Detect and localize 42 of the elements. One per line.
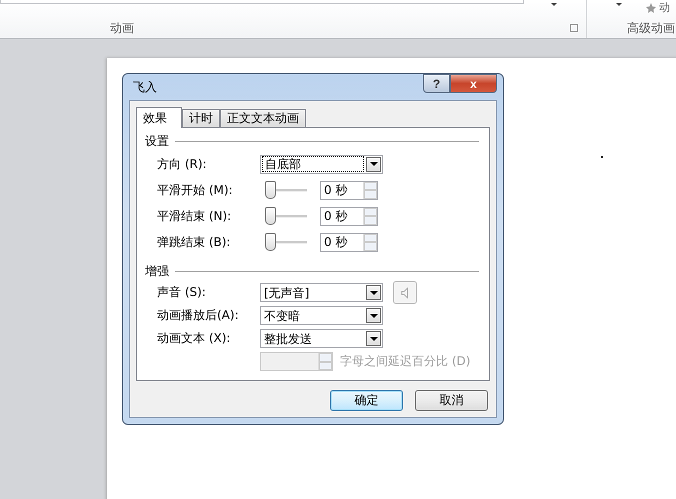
field-label: 动画播放后(A): xyxy=(157,307,240,324)
dropdown-arrow-icon[interactable] xyxy=(370,162,378,166)
section-heading: 增强 xyxy=(145,263,169,280)
dropdown-arrow-icon[interactable] xyxy=(370,290,378,294)
field-label: 平滑开始 (M): xyxy=(157,182,234,198)
spin-field[interactable]: 0 秒 xyxy=(320,180,378,200)
section-heading: 设置 xyxy=(145,133,169,150)
dropdown-arrow-icon[interactable] xyxy=(616,3,622,6)
dropdown-arrow-icon[interactable] xyxy=(551,3,557,6)
tab[interactable]: 正文文本动画 xyxy=(220,109,306,127)
dropdown[interactable]: [无声音] xyxy=(260,283,383,302)
spin-field[interactable]: 0 秒 xyxy=(320,232,378,252)
tab[interactable]: 计时 xyxy=(182,109,220,127)
help-button[interactable]: ? xyxy=(423,74,450,93)
group-label: 动画 xyxy=(110,20,134,37)
slider-thumb[interactable] xyxy=(265,233,276,251)
field-label: 动画文本 (X): xyxy=(157,330,232,347)
field-label: 声音 (S): xyxy=(157,284,207,301)
speaker-icon xyxy=(401,286,409,298)
field-label: 平滑结束 (N): xyxy=(157,208,232,224)
dropdown-arrow-icon[interactable] xyxy=(370,314,378,318)
dropdown[interactable]: 不变暗 xyxy=(260,306,383,325)
field-label: 字母之间延迟百分比 (D) xyxy=(340,353,470,370)
close-button[interactable]: x xyxy=(450,74,497,93)
dialog-launcher-icon[interactable] xyxy=(570,24,578,32)
dropdown-arrow-icon[interactable] xyxy=(370,336,378,340)
ribbon-button[interactable]: 动 xyxy=(645,0,670,15)
star-icon xyxy=(645,2,657,14)
dialog-button[interactable]: 确定 xyxy=(330,390,403,411)
slider-thumb[interactable] xyxy=(265,181,276,199)
field-label: 方向 (R): xyxy=(157,156,208,172)
group-label: 高级动画 xyxy=(627,20,675,37)
window-title: 飞入 xyxy=(132,78,157,96)
dropdown[interactable]: 自底部 xyxy=(260,154,383,174)
dropdown[interactable]: 整批发送 xyxy=(260,329,383,348)
dot-mark xyxy=(601,156,603,158)
slider-thumb[interactable] xyxy=(265,207,276,225)
tab[interactable]: 效果 xyxy=(136,107,182,128)
dialog-button[interactable]: 取消 xyxy=(415,390,488,411)
spin-field[interactable]: 0 秒 xyxy=(320,206,378,226)
field-label: 弹跳结束 (B): xyxy=(157,234,232,250)
speaker-button[interactable] xyxy=(393,281,417,304)
